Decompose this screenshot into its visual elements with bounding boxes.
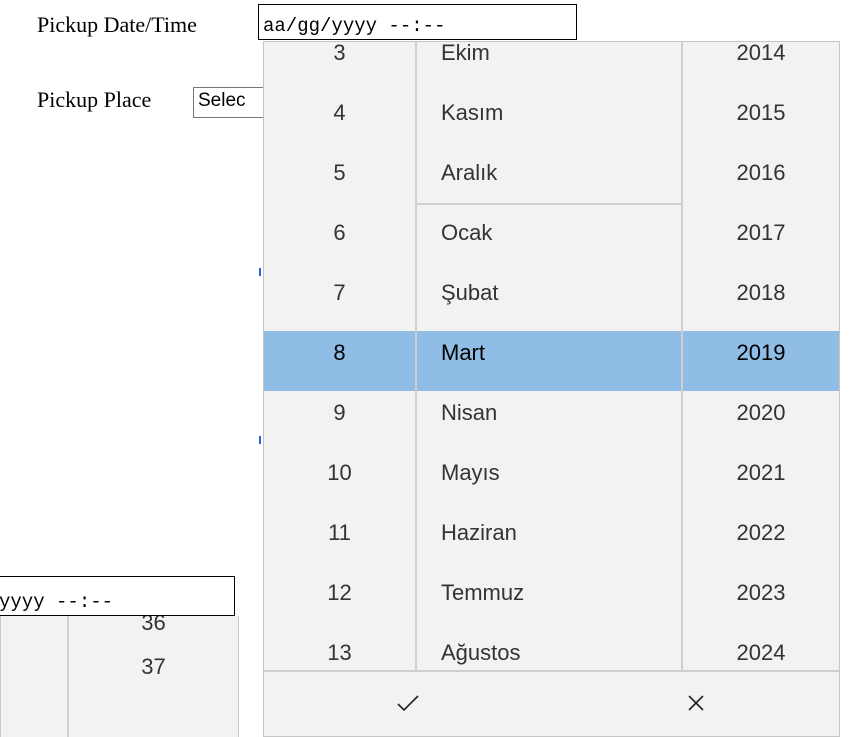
month-item[interactable]: Nisan xyxy=(417,383,681,443)
year-item[interactable]: 2018 xyxy=(683,263,839,323)
pickup-place-label: Pickup Place xyxy=(37,87,152,112)
minute-item[interactable]: 37 xyxy=(69,654,238,680)
month-year-boundary xyxy=(417,203,681,205)
day-item[interactable]: 11 xyxy=(264,503,415,563)
secondary-time-picker: 36 37 xyxy=(0,616,239,737)
year-item[interactable]: 2015 xyxy=(683,83,839,143)
year-item[interactable]: 2014 xyxy=(683,42,839,83)
partial-element xyxy=(259,268,261,276)
year-item[interactable]: 2021 xyxy=(683,443,839,503)
year-item[interactable]: 2022 xyxy=(683,503,839,563)
day-item[interactable]: 10 xyxy=(264,443,415,503)
month-item[interactable]: Ağustos xyxy=(417,623,681,673)
secondary-date-input[interactable]: yyyy --:-- xyxy=(0,576,235,616)
day-item[interactable]: 4 xyxy=(264,83,415,143)
year-item[interactable]: 2016 xyxy=(683,143,839,203)
month-item[interactable]: Mayıs xyxy=(417,443,681,503)
year-item[interactable]: 2019 xyxy=(683,323,839,383)
month-column[interactable]: Ekim Kasım Aralık Ocak Şubat Mart Nisan Mayıs Ha… xyxy=(417,42,681,673)
date-picker-popup: 3 4 5 6 7 8 9 10 11 12 13 Ekim Kasım Aralık Ocak Şubat… xyxy=(263,41,840,737)
month-item[interactable]: Kasım xyxy=(417,83,681,143)
year-item[interactable]: 2023 xyxy=(683,563,839,623)
month-item[interactable]: Haziran xyxy=(417,503,681,563)
close-icon xyxy=(688,695,704,711)
day-column[interactable]: 3 4 5 6 7 8 9 10 11 12 13 xyxy=(264,42,415,673)
day-item[interactable]: 7 xyxy=(264,263,415,323)
day-item[interactable]: 6 xyxy=(264,203,415,263)
month-item[interactable]: Temmuz xyxy=(417,563,681,623)
partial-element xyxy=(259,436,261,444)
check-icon xyxy=(397,695,419,712)
day-item[interactable]: 9 xyxy=(264,383,415,443)
cancel-button[interactable] xyxy=(552,672,839,734)
confirm-button[interactable] xyxy=(264,672,552,734)
month-item[interactable]: Aralık xyxy=(417,143,681,203)
year-item[interactable]: 2017 xyxy=(683,203,839,263)
pickup-date-input[interactable]: aa/gg/yyyy --:-- xyxy=(258,4,577,40)
day-item[interactable]: 12 xyxy=(264,563,415,623)
year-column[interactable]: 2014 2015 2016 2017 2018 2019 2020 2021 2022 2023… xyxy=(683,42,839,673)
month-item[interactable]: Şubat xyxy=(417,263,681,323)
pickup-date-label: Pickup Date/Time xyxy=(37,12,197,37)
month-item[interactable]: Ocak xyxy=(417,203,681,263)
day-item[interactable]: 8 xyxy=(264,323,415,383)
month-item[interactable]: Mart xyxy=(417,323,681,383)
minute-item[interactable]: 36 xyxy=(69,616,238,636)
year-item[interactable]: 2024 xyxy=(683,623,839,673)
day-item[interactable]: 13 xyxy=(264,623,415,673)
month-item[interactable]: Ekim xyxy=(417,42,681,83)
picker-footer xyxy=(264,670,839,736)
day-item[interactable]: 3 xyxy=(264,42,415,83)
day-item[interactable]: 5 xyxy=(264,143,415,203)
year-item[interactable]: 2020 xyxy=(683,383,839,443)
